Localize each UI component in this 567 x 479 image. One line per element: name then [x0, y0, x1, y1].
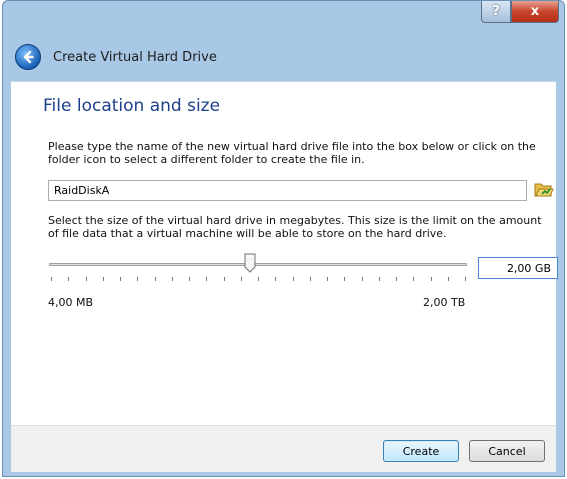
folder-open-icon: [534, 183, 554, 197]
section-title: File location and size: [43, 96, 221, 116]
slider-tick: [293, 277, 294, 281]
slider-tick: [86, 277, 87, 281]
slider-tick: [344, 277, 345, 281]
slider-tick: [431, 277, 432, 281]
slider-tick: [120, 277, 121, 281]
slider-tick: [103, 277, 104, 281]
slider-tick: [241, 277, 242, 281]
slider-tick: [275, 277, 276, 281]
slider-tick: [206, 277, 207, 281]
select-folder-button[interactable]: [534, 180, 554, 200]
slider-tick: [362, 277, 363, 281]
slider-tick: [465, 277, 466, 281]
close-button[interactable]: x: [511, 1, 559, 23]
slider-tick: [448, 277, 449, 281]
slider-tick: [310, 277, 311, 281]
slider-max-label: 2,00 TB: [423, 296, 466, 309]
slider-tick: [137, 277, 138, 281]
help-icon: ?: [492, 4, 500, 19]
slider-tick: [189, 277, 190, 281]
slider-tick: [68, 277, 69, 281]
size-description: Select the size of the virtual hard driv…: [48, 214, 542, 240]
cancel-button[interactable]: Cancel: [469, 440, 545, 462]
size-slider[interactable]: [49, 252, 467, 288]
file-name-input[interactable]: [48, 180, 527, 201]
slider-min-label: 4,00 MB: [48, 296, 94, 309]
slider-tick: [172, 277, 173, 281]
wizard-header: Create Virtual Hard Drive: [11, 33, 556, 81]
slider-tick: [327, 277, 328, 281]
slider-tick: [51, 277, 52, 281]
close-icon: x: [530, 4, 540, 19]
slider-tick: [413, 277, 414, 281]
slider-tick: [258, 277, 259, 281]
back-arrow-icon[interactable]: [15, 44, 41, 70]
create-button[interactable]: Create: [383, 440, 459, 462]
location-description: Please type the name of the new virtual …: [48, 140, 536, 166]
content-panel: File location and size Please type the n…: [11, 81, 558, 426]
button-bar: Create Cancel: [11, 425, 556, 472]
title-bar: ? x: [3, 1, 564, 33]
size-input[interactable]: [478, 257, 558, 279]
slider-tick: [379, 277, 380, 281]
slider-tick: [396, 277, 397, 281]
slider-tick: [155, 277, 156, 281]
slider-track[interactable]: [49, 263, 467, 266]
slider-tick: [224, 277, 225, 281]
slider-thumb[interactable]: [244, 253, 256, 273]
help-button[interactable]: ?: [481, 1, 511, 23]
dialog-title: Create Virtual Hard Drive: [53, 49, 217, 65]
dialog-window: ? x Create Virtual Hard Drive File locat…: [2, 0, 565, 477]
